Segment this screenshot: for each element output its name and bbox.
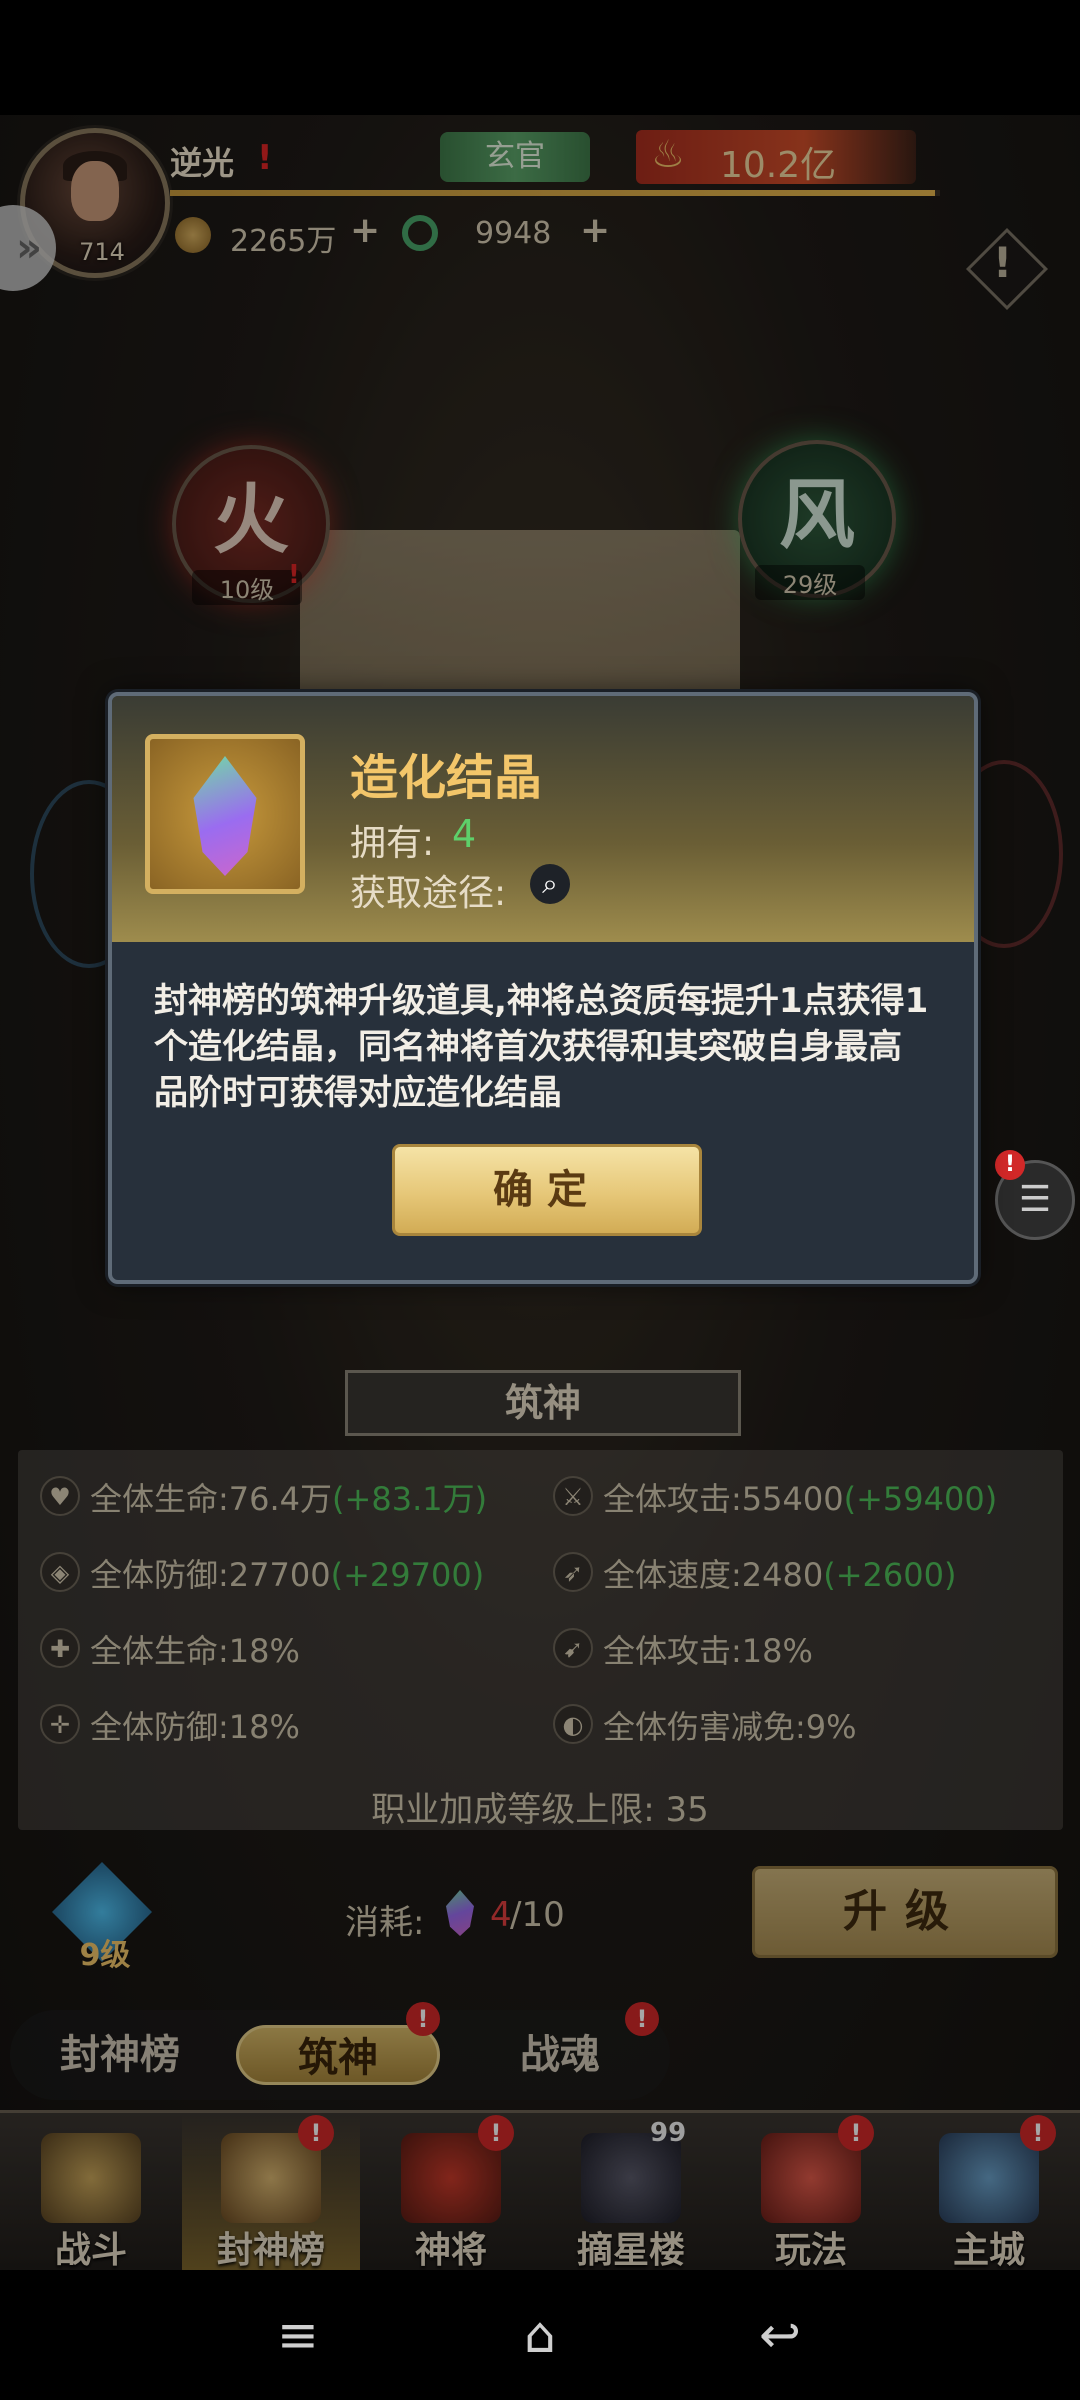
owned-label: 拥有: xyxy=(350,823,435,864)
item-description: 封神榜的筑神升级道具,神将总资质每提升1点获得1个造化结晶，同名神将首次获得和其… xyxy=(154,981,929,1113)
chat-bubble-icon: ☰ xyxy=(1018,1179,1052,1220)
item-info-dialog: 造化结晶 拥有: 4 获取途径: ⌕ 封神榜的筑神升级道具,神将总资质每提升1点… xyxy=(108,692,978,1284)
confirm-button[interactable]: 确定 xyxy=(392,1144,702,1236)
item-name: 造化结晶 xyxy=(350,750,543,806)
menu-icon[interactable]: ≡ xyxy=(263,2300,333,2370)
status-bar xyxy=(0,0,1080,115)
back-icon[interactable]: ↩ xyxy=(745,2300,815,2370)
home-icon[interactable]: ⌂ xyxy=(505,2300,575,2370)
search-icon[interactable]: ⌕ xyxy=(530,864,570,904)
owned-count: 4 xyxy=(452,812,477,856)
source-label: 获取途径: xyxy=(350,873,507,914)
chat-alert-badge: ! xyxy=(995,1150,1025,1180)
